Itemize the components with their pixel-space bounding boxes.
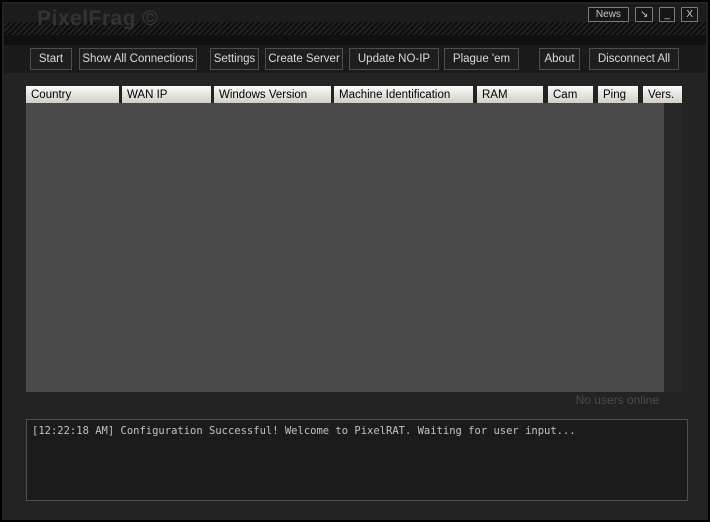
about-button[interactable]: About bbox=[539, 48, 580, 70]
app-title: PixelFrag © bbox=[37, 7, 158, 31]
titlebar-lower-strip bbox=[4, 35, 706, 45]
column-header-country[interactable]: Country bbox=[26, 86, 119, 103]
column-header-machine-identification[interactable]: Machine Identification bbox=[334, 86, 473, 103]
app-window: PixelFrag © News ↘ _ X Start Show All Co… bbox=[0, 0, 710, 522]
column-header-cam[interactable]: Cam bbox=[548, 86, 593, 103]
log-line: [12:22:18 AM] Configuration Successful! … bbox=[32, 425, 682, 437]
column-header-ping[interactable]: Ping bbox=[598, 86, 638, 103]
start-button[interactable]: Start bbox=[30, 48, 72, 70]
resize-button[interactable]: ↘ bbox=[635, 7, 653, 22]
update-no-ip-button[interactable]: Update NO-IP bbox=[349, 48, 439, 70]
connections-table-header: Country WAN IP Windows Version Machine I… bbox=[26, 86, 682, 103]
column-header-wan-ip[interactable]: WAN IP bbox=[122, 86, 211, 103]
scrollbar-track bbox=[664, 103, 682, 392]
close-button[interactable]: X bbox=[681, 7, 698, 22]
settings-button[interactable]: Settings bbox=[210, 48, 259, 70]
minimize-icon: _ bbox=[665, 9, 671, 20]
column-header-ram[interactable]: RAM bbox=[477, 86, 543, 103]
log-panel: [12:22:18 AM] Configuration Successful! … bbox=[26, 419, 688, 501]
column-header-windows-version[interactable]: Windows Version bbox=[214, 86, 331, 103]
close-icon: X bbox=[686, 9, 693, 20]
resize-arrow-icon: ↘ bbox=[640, 9, 648, 20]
connections-table-body bbox=[26, 103, 664, 392]
toolbar: Start Show All Connections Settings Crea… bbox=[4, 45, 706, 73]
column-header-vers[interactable]: Vers. bbox=[643, 86, 682, 103]
window-controls: News ↘ _ X bbox=[588, 7, 698, 22]
plague-em-button[interactable]: Plague 'em bbox=[444, 48, 519, 70]
titlebar: PixelFrag © News ↘ _ X bbox=[4, 4, 706, 45]
minimize-button[interactable]: _ bbox=[659, 7, 675, 22]
create-server-button[interactable]: Create Server bbox=[265, 48, 343, 70]
disconnect-all-button[interactable]: Disconnect All bbox=[589, 48, 679, 70]
news-button[interactable]: News bbox=[588, 7, 629, 22]
show-all-connections-button[interactable]: Show All Connections bbox=[79, 48, 197, 70]
status-text: No users online bbox=[26, 393, 659, 407]
